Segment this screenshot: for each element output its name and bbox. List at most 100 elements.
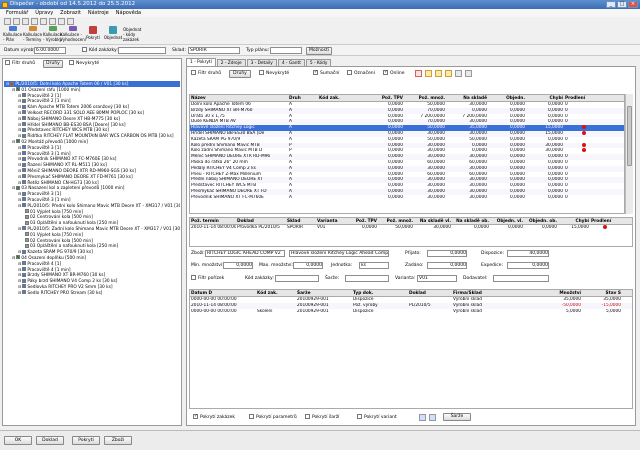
- print-icon[interactable]: [13, 18, 20, 25]
- sarze-field[interactable]: [345, 275, 389, 282]
- column-header[interactable]: Chybí: [526, 95, 564, 101]
- pokryti-parametru-checkbox[interactable]: [249, 413, 254, 419]
- filtr-porizek-checkbox[interactable]: [191, 274, 196, 280]
- min-field[interactable]: 0,0000: [223, 262, 253, 269]
- tree-toggle-icon[interactable]: ⊟: [12, 139, 15, 144]
- tree-toggle-icon[interactable]: ⊟: [18, 156, 21, 161]
- tree-toggle-icon[interactable]: ⊟: [18, 127, 21, 132]
- tree-toggle-icon[interactable]: ⊟: [18, 174, 21, 179]
- help-icon[interactable]: [67, 18, 74, 25]
- menu-formular[interactable]: Formulář: [6, 9, 28, 17]
- tree-toggle-icon[interactable]: ⊟: [18, 267, 21, 272]
- toolbar-item-4[interactable]: Pokrytí: [83, 26, 103, 42]
- refresh-icon[interactable]: [22, 18, 29, 25]
- tree-toggle-icon[interactable]: ⊟: [18, 122, 21, 127]
- column-header[interactable]: Typ dok.: [352, 290, 408, 296]
- column-header[interactable]: Na skladě: [446, 95, 488, 101]
- tree-toggle-icon[interactable]: ⊟: [18, 151, 21, 156]
- grid-icon[interactable]: [455, 70, 462, 77]
- right-druhy-button[interactable]: Druhy: [229, 70, 251, 78]
- minimize-button[interactable]: _: [606, 1, 616, 8]
- column-header[interactable]: Sklad: [286, 218, 316, 224]
- druhy-button[interactable]: Druhy: [43, 60, 63, 68]
- doklad-button[interactable]: Doklad: [36, 436, 64, 445]
- kod-zakazky-checkbox[interactable]: [82, 46, 87, 52]
- pokryti-zakazek-checkbox[interactable]: [193, 413, 198, 420]
- toolbar-item-6[interactable]: Objednat - kódy zakázek: [123, 26, 143, 42]
- tree-toggle-icon[interactable]: ⊟: [18, 98, 21, 103]
- pokryti-sarzi-checkbox[interactable]: [305, 413, 310, 419]
- toolbar-item-0[interactable]: Kalkulace - Plán: [3, 26, 23, 42]
- detail-icon[interactable]: [429, 414, 436, 421]
- ok-button[interactable]: OK: [4, 436, 32, 445]
- table-row[interactable]: 2010-11-14 08:00:00 Přůvodka PL/2010/5 SPO…: [190, 225, 632, 231]
- mark-icon[interactable]: [415, 70, 422, 77]
- copy-icon[interactable]: [31, 18, 38, 25]
- tree-toggle-icon[interactable]: ⊟: [18, 203, 21, 208]
- tree-toggle-icon[interactable]: ⊟: [18, 261, 21, 266]
- tree-toggle-icon[interactable]: ⊟: [18, 226, 21, 231]
- tree-node[interactable]: ⊟ Sedlo RITCHEY PRO Stream [30 ks]: [4, 290, 180, 296]
- typ-planu-field[interactable]: [270, 47, 302, 54]
- tree-toggle-icon[interactable]: ⊟: [18, 290, 21, 295]
- sarze-button[interactable]: Šarže: [443, 413, 471, 421]
- menu-upravy[interactable]: Úpravy: [35, 9, 53, 17]
- right-nevykryte-checkbox[interactable]: [259, 69, 264, 75]
- zbozi-button[interactable]: Zboží: [104, 436, 132, 445]
- column-header[interactable]: Firma/Sklad: [452, 290, 522, 296]
- toolbar-item-1[interactable]: Kalkulace - Termíny: [23, 26, 43, 42]
- tree-toggle-icon[interactable]: ⊟: [18, 191, 21, 196]
- tab-2[interactable]: 2 - Zdroje: [216, 59, 246, 66]
- close-button[interactable]: ×: [628, 1, 638, 8]
- nevykryte-checkbox[interactable]: [69, 59, 74, 65]
- datum-field[interactable]: 6.00.0000: [34, 47, 66, 54]
- column-header[interactable]: Variantа: [316, 218, 350, 224]
- kod-zakazky-field[interactable]: [118, 47, 166, 54]
- tree-toggle-icon[interactable]: ⊟: [12, 185, 15, 190]
- online-checkbox[interactable]: [383, 69, 388, 76]
- tree-toggle-icon[interactable]: ⊟: [18, 104, 21, 109]
- menu-napoveda[interactable]: Nápověda: [116, 9, 141, 17]
- tree-toggle-icon[interactable]: ⊟: [18, 168, 21, 173]
- tree-toggle-icon[interactable]: ⊟: [18, 93, 21, 98]
- menu-zobrazit[interactable]: Zobrazit: [60, 9, 81, 17]
- tree-toggle-icon[interactable]: ⊟: [18, 284, 21, 289]
- tab-1[interactable]: 1 - Pokrytí: [186, 58, 216, 66]
- column-header[interactable]: Datum D: [190, 290, 256, 296]
- tab-5[interactable]: 5 - Kódy: [305, 59, 332, 66]
- tree-toggle-icon[interactable]: ⊟: [18, 162, 21, 167]
- tree-toggle-icon[interactable]: ⊟: [18, 133, 21, 138]
- max-field[interactable]: 0,0000: [293, 262, 323, 269]
- column-header[interactable]: Objedn.: [488, 95, 526, 101]
- save-icon[interactable]: [4, 18, 11, 25]
- column-header[interactable]: Název: [190, 95, 288, 101]
- dodavatel-field[interactable]: [493, 275, 549, 282]
- table-row[interactable]: 0000-00-00 00:00:00 Školení 20100929-001 Di…: [190, 308, 632, 315]
- tab-4[interactable]: 4 - Gantt: [277, 59, 305, 66]
- tree-toggle-icon[interactable]: ⊟: [12, 87, 15, 92]
- column-header[interactable]: Chybí: [558, 218, 590, 224]
- column-header[interactable]: Šarže: [296, 290, 352, 296]
- tree-toggle-icon[interactable]: ⊟: [18, 180, 21, 185]
- folder-add-icon[interactable]: [445, 70, 452, 77]
- tree-toggle-icon[interactable]: ⊟: [18, 110, 21, 115]
- column-header[interactable]: Doklad: [408, 290, 452, 296]
- filter-icon[interactable]: [49, 18, 56, 25]
- column-header[interactable]: Doklad: [236, 218, 286, 224]
- column-header[interactable]: Pož. TPV: [368, 95, 404, 101]
- column-header[interactable]: Pož. množ.: [404, 95, 446, 101]
- sklad-field[interactable]: SPORIR: [188, 47, 240, 54]
- kod-zakazky2-field[interactable]: [275, 275, 319, 282]
- oznaceni-checkbox[interactable]: [347, 69, 352, 75]
- column-header[interactable]: Prodlení: [590, 218, 620, 224]
- column-header[interactable]: Stav S: [582, 290, 622, 296]
- column-header[interactable]: Pož. množ.: [378, 218, 414, 224]
- tree-toggle-icon[interactable]: ⊟: [18, 249, 21, 254]
- column-header[interactable]: Objedn. vl.: [490, 218, 524, 224]
- export-icon[interactable]: [58, 18, 65, 25]
- column-header[interactable]: Kód zak.: [318, 95, 368, 101]
- tree-toggle-icon[interactable]: ⊟: [18, 197, 21, 202]
- column-header[interactable]: Druh: [288, 95, 318, 101]
- tree-toggle-icon[interactable]: ⊟: [18, 145, 21, 150]
- tree-toggle-icon[interactable]: ⊟: [12, 255, 15, 260]
